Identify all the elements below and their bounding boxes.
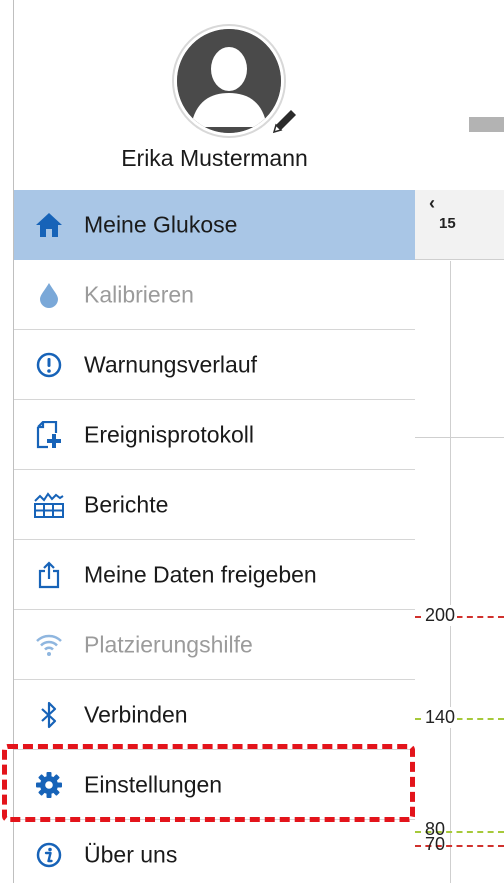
add-document-icon	[34, 420, 64, 450]
menu-item-meine-daten-freigeben[interactable]: Meine Daten freigeben	[14, 540, 415, 610]
menu-item-verbinden[interactable]: Verbinden	[14, 680, 415, 750]
menu-item-einstellungen[interactable]: Einstellungen	[14, 750, 415, 820]
chart-indicator-bar	[469, 117, 504, 132]
menu-item-label: Meine Daten freigeben	[84, 561, 317, 587]
menu-item-ueber-uns[interactable]: Über uns	[14, 820, 415, 883]
chart-grid-horizontal	[415, 437, 504, 438]
profile-name: Erika Mustermann	[121, 145, 308, 171]
share-icon	[34, 560, 64, 590]
alert-circle-icon	[34, 350, 64, 380]
signal-icon	[34, 630, 64, 660]
person-silhouette-icon	[177, 29, 281, 133]
navigation-drawer: Erika Mustermann Meine Glukose Kalibrier…	[14, 0, 415, 883]
home-icon	[34, 210, 64, 240]
menu-item-label: Warnungsverlauf	[84, 351, 258, 377]
menu-item-warnungsverlauf[interactable]: Warnungsverlauf	[14, 330, 415, 400]
glucose-chart-partial: ‹ 15 200 140 80 70	[415, 0, 504, 883]
y-label-140: 140	[425, 707, 458, 728]
gear-icon	[34, 770, 64, 800]
menu-item-label: Platzierungshilfe	[84, 631, 253, 657]
menu-item-meine-glukose[interactable]: Meine Glukose	[14, 190, 415, 260]
blood-drop-icon	[34, 280, 64, 310]
menu-item-ereignisprotokoll[interactable]: Ereignisprotokoll	[14, 400, 415, 470]
bluetooth-icon	[34, 700, 64, 730]
report-chart-icon	[34, 490, 64, 520]
menu-item-label: Berichte	[84, 491, 169, 517]
chart-grid-vertical	[450, 261, 451, 883]
profile-header: Erika Mustermann	[14, 0, 415, 190]
menu-item-berichte[interactable]: Berichte	[14, 470, 415, 540]
day-label: 15	[439, 215, 456, 232]
pencil-icon[interactable]	[268, 104, 302, 138]
chevron-left-icon[interactable]: ‹	[429, 193, 435, 214]
menu-list: Meine Glukose Kalibrieren Warnungsverlau…	[14, 190, 415, 883]
menu-item-label: Kalibrieren	[84, 281, 194, 307]
menu-item-label: Über uns	[84, 841, 178, 868]
menu-item-label: Meine Glukose	[84, 211, 238, 237]
menu-item-platzierungshilfe[interactable]: Platzierungshilfe	[14, 610, 415, 680]
menu-item-label: Ereignisprotokoll	[84, 421, 255, 447]
menu-item-kalibrieren[interactable]: Kalibrieren	[14, 260, 415, 330]
y-label-200: 200	[425, 605, 458, 626]
info-icon	[34, 840, 64, 870]
menu-item-label: Einstellungen	[84, 771, 223, 797]
y-label-70: 70	[425, 834, 446, 854]
menu-item-label: Verbinden	[84, 701, 188, 727]
